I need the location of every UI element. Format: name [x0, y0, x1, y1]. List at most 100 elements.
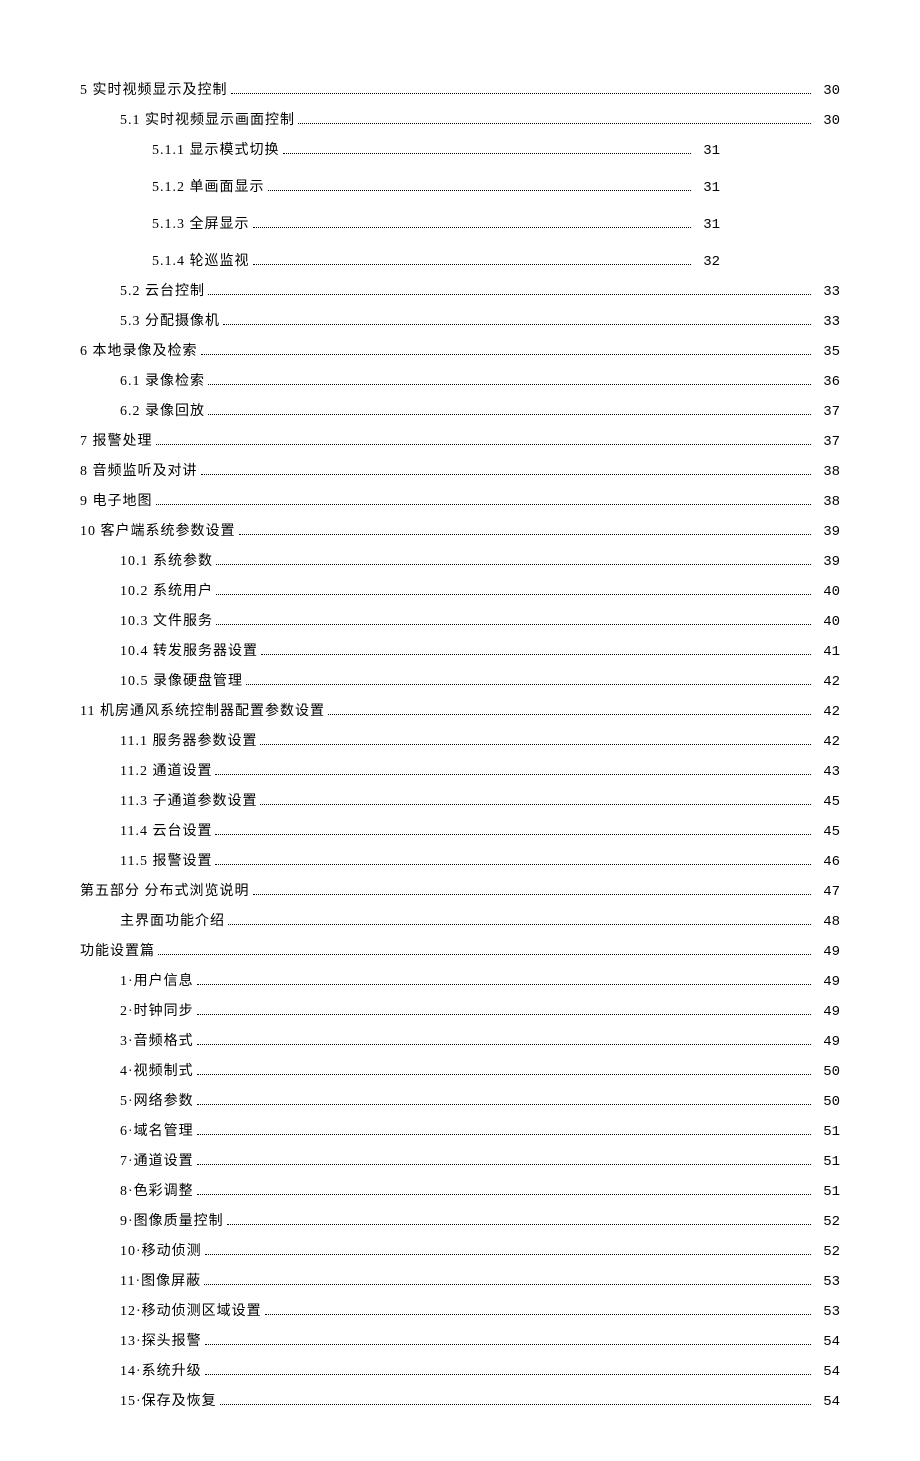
toc-leader-dots [208, 414, 811, 415]
toc-page-number: 33 [814, 312, 840, 333]
toc-leader-dots [197, 1164, 811, 1165]
toc-entry: 5.1.1 显示模式切换31 [152, 140, 840, 162]
toc-page-number: 50 [814, 1092, 840, 1113]
toc-entry: 11.2 通道设置 43 [120, 761, 840, 783]
toc-label: 5 实时视频显示及控制 [80, 80, 228, 101]
toc-label: 11.4 云台设置 [120, 821, 212, 842]
toc-entry: 11.4 云台设置 45 [120, 821, 840, 843]
toc-label: 第五部分 分布式浏览说明 [80, 881, 250, 902]
toc-entry: 14·系统升级 54 [120, 1361, 840, 1383]
toc-leader-dots [197, 984, 811, 985]
toc-entry: 11.1 服务器参数设置 42 [120, 731, 840, 753]
toc-leader-dots [227, 1224, 811, 1225]
toc-page-number: 37 [814, 432, 840, 453]
toc-entry: 10.4 转发服务器设置 41 [120, 641, 840, 663]
toc-leader-dots [158, 954, 811, 955]
toc-label: 11·图像屏蔽 [120, 1271, 201, 1292]
toc-label: 7 报警处理 [80, 431, 153, 452]
toc-page-number: 39 [814, 552, 840, 573]
toc-page-number: 30 [814, 81, 840, 102]
toc-page-number: 38 [814, 492, 840, 513]
toc-entry: 12·移动侦测区域设置 53 [120, 1301, 840, 1323]
toc-page-number: 35 [814, 342, 840, 363]
toc-label: 1·用户信息 [120, 971, 194, 992]
toc-label: 主界面功能介绍 [120, 911, 225, 932]
toc-label: 6.2 录像回放 [120, 401, 205, 422]
toc-leader-dots [201, 354, 812, 355]
toc-entry: 6.1 录像检索 36 [120, 371, 840, 393]
toc-leader-dots [228, 924, 811, 925]
toc-page-number: 46 [814, 852, 840, 873]
toc-label: 7·通道设置 [120, 1151, 194, 1172]
toc-label: 5.1.1 显示模式切换 [152, 140, 280, 161]
toc-entry: 7·通道设置51 [120, 1151, 840, 1173]
toc-entry: 6.2 录像回放 37 [120, 401, 840, 423]
toc-leader-dots [197, 1014, 811, 1015]
toc-leader-dots [223, 324, 811, 325]
toc-leader-dots [253, 227, 692, 228]
toc-page-number: 53 [814, 1302, 840, 1323]
toc-entry: 5.2 云台控制33 [120, 281, 840, 303]
toc-leader-dots [197, 1134, 811, 1135]
toc-leader-dots [197, 1194, 811, 1195]
toc-page-number: 33 [814, 282, 840, 303]
toc-page-number: 41 [814, 642, 840, 663]
toc-entry: 6·域名管理51 [120, 1121, 840, 1143]
toc-leader-dots [220, 1404, 811, 1405]
toc-leader-dots [328, 714, 811, 715]
toc-leader-dots [216, 564, 811, 565]
toc-entry: 13·探头报警54 [120, 1331, 840, 1353]
toc-entry: 5.1 实时视频显示画面控制30 [120, 110, 840, 132]
toc-page-number: 43 [814, 762, 840, 783]
toc-label: 4·视频制式 [120, 1061, 194, 1082]
toc-entry: 10.3 文件服务 40 [120, 611, 840, 633]
toc-label: 11.1 服务器参数设置 [120, 731, 257, 752]
toc-leader-dots [197, 1044, 811, 1045]
toc-label: 11.3 子通道参数设置 [120, 791, 257, 812]
toc-label: 3·音频格式 [120, 1031, 194, 1052]
toc-page-number: 36 [814, 372, 840, 393]
toc-label: 9 电子地图 [80, 491, 153, 512]
toc-entry: 9 电子地图 38 [80, 491, 840, 513]
toc-label: 11 机房通风系统控制器配置参数设置 [80, 701, 325, 722]
toc-label: 8 音频监听及对讲 [80, 461, 198, 482]
toc-label: 11.2 通道设置 [120, 761, 212, 782]
toc-page-number: 54 [814, 1392, 840, 1413]
toc-page-number: 45 [814, 792, 840, 813]
toc-label: 5.3 分配摄像机 [120, 311, 220, 332]
toc-leader-dots [215, 834, 811, 835]
toc-label: 14·系统升级 [120, 1361, 202, 1382]
toc-leader-dots [197, 1104, 811, 1105]
toc-label: 10.2 系统用户 [120, 581, 213, 602]
toc-page-number: 54 [814, 1362, 840, 1383]
toc-leader-dots [204, 1284, 811, 1285]
toc-label: 2·时钟同步 [120, 1001, 194, 1022]
toc-leader-dots [265, 1314, 811, 1315]
toc-leader-dots [253, 894, 812, 895]
toc-page-number: 40 [814, 612, 840, 633]
toc-label: 11.5 报警设置 [120, 851, 212, 872]
toc-page-number: 42 [814, 702, 840, 723]
toc-page-number: 51 [814, 1122, 840, 1143]
toc-entry: 5.1.4 轮巡监视32 [152, 251, 840, 273]
toc-entry: 10·移动侦测52 [120, 1241, 840, 1263]
toc-page-number: 30 [814, 111, 840, 132]
toc-label: 10.3 文件服务 [120, 611, 213, 632]
toc-entry: 8 音频监听及对讲 38 [80, 461, 840, 483]
toc-entry: 5·网络参数50 [120, 1091, 840, 1113]
toc-leader-dots [298, 123, 811, 124]
toc-entry: 15·保存及恢复54 [120, 1391, 840, 1413]
toc-label: 5.1.4 轮巡监视 [152, 251, 250, 272]
toc-leader-dots [208, 294, 811, 295]
toc-leader-dots [246, 684, 811, 685]
toc-page-number: 39 [814, 522, 840, 543]
toc-page-number: 49 [814, 972, 840, 993]
toc-entry: 11 机房通风系统控制器配置参数设置 42 [80, 701, 840, 723]
toc-leader-dots [197, 1074, 811, 1075]
toc-entry: 7 报警处理 37 [80, 431, 840, 453]
toc-leader-dots [156, 444, 812, 445]
toc-entry: 8·色彩调整51 [120, 1181, 840, 1203]
toc-leader-dots [253, 264, 692, 265]
toc-label: 12·移动侦测区域设置 [120, 1301, 262, 1322]
toc-page-number: 53 [814, 1272, 840, 1293]
